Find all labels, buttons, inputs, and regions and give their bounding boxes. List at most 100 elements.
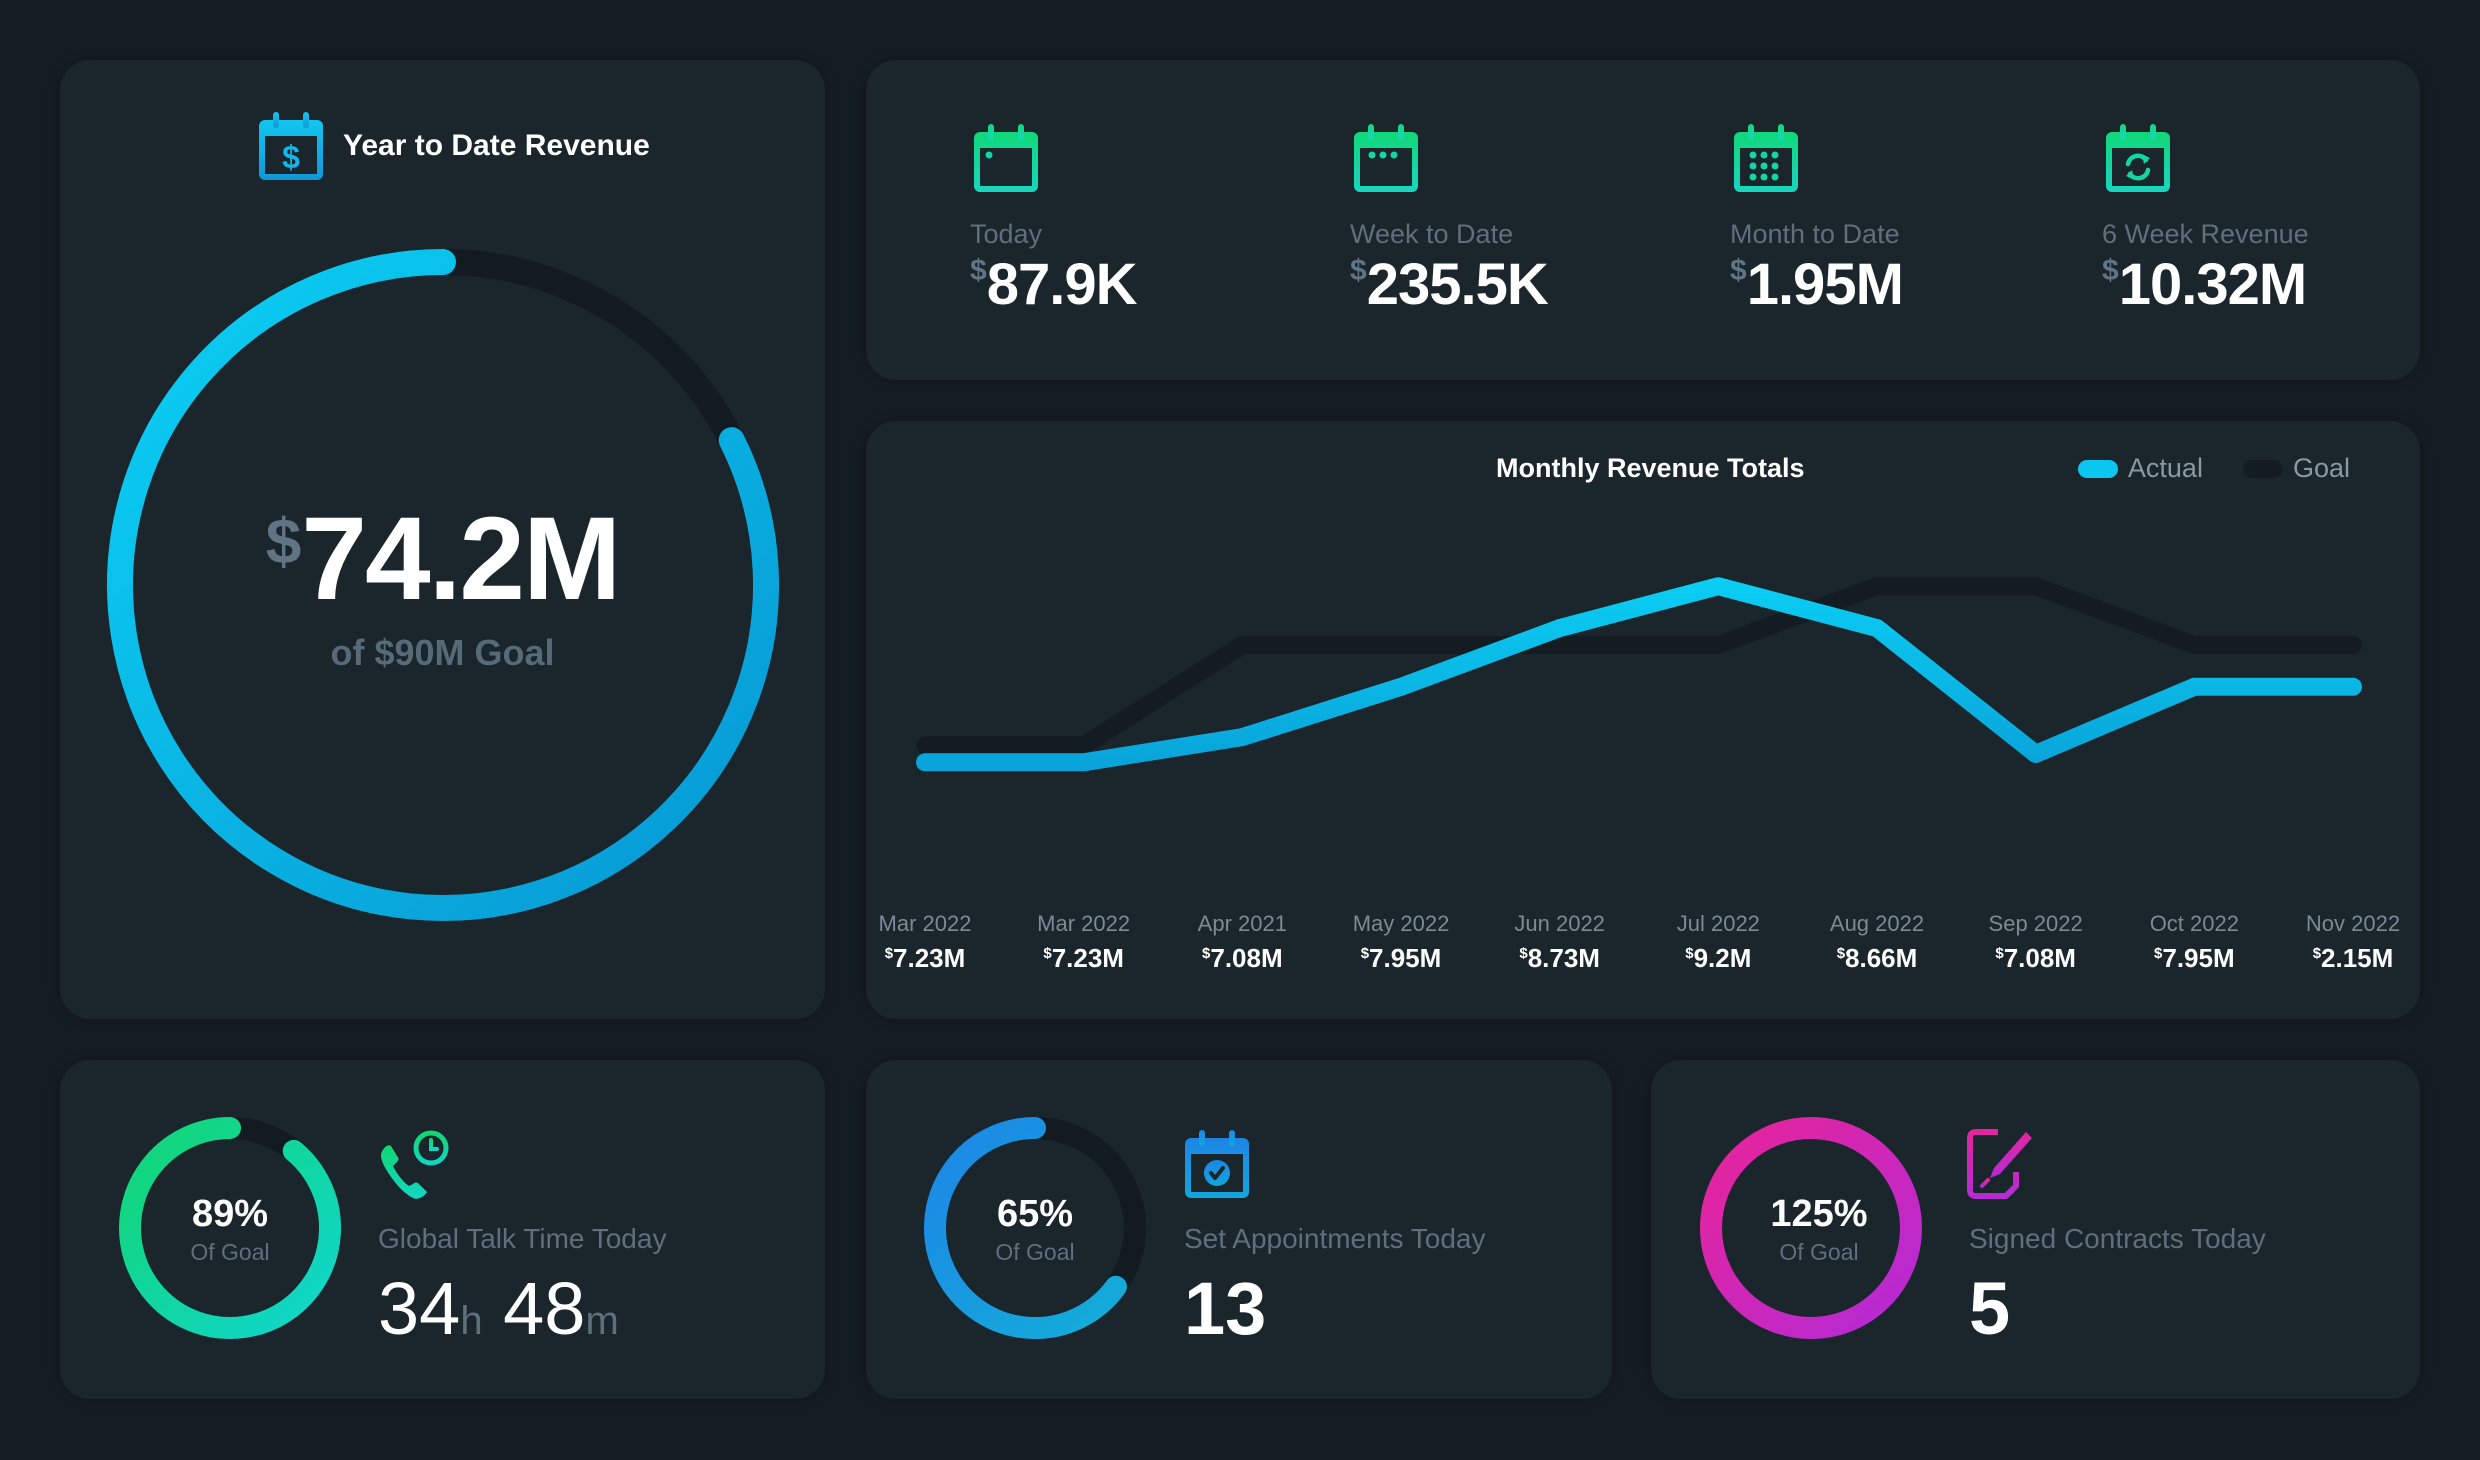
x-tick-month: Apr 2021 (1197, 911, 1287, 936)
calendar-week-icon (1354, 124, 1418, 192)
value-label: 8.73M (1527, 943, 1600, 973)
x-tick-month: Oct 2022 (2149, 911, 2239, 936)
ring-subtitle: Of Goal (995, 1239, 1075, 1265)
currency-symbol: $ (1202, 945, 1211, 962)
ytd-amount: 74.2M (301, 493, 621, 625)
x-tick-label: Mar 2022 $7.23M (1004, 911, 1164, 974)
value-label: 7.23M (893, 943, 966, 973)
currency-symbol: $ (1519, 945, 1528, 962)
currency-symbol: $ (1043, 945, 1052, 962)
kpi-currency: $ (2102, 254, 2119, 287)
kpi-six-week-revenue: 6 Week Revenue $10.32M (2102, 122, 2309, 314)
x-tick-value: $8.73M (1480, 943, 1640, 974)
x-axis-labels: Mar 2022 $7.23M Mar 2022 $7.23M Apr 2021 $7.0… (866, 911, 2420, 991)
data-point-goal-4 (1559, 644, 1561, 646)
data-point-actual-1 (1083, 761, 1085, 763)
currency-symbol: $ (2154, 945, 2163, 962)
data-point-actual-6 (1876, 627, 1878, 629)
x-tick-month: Aug 2022 (1829, 911, 1925, 936)
data-point-actual-0 (924, 761, 926, 763)
kpi-currency: $ (970, 254, 987, 287)
x-tick-label: Apr 2021 $7.08M (1162, 911, 1322, 974)
x-tick-value: $8.66M (1797, 943, 1957, 974)
x-tick-label: Nov 2022 $2.15M (2273, 911, 2433, 974)
calendar-refresh-icon (2106, 124, 2170, 192)
x-tick-label: Jul 2022 $9.2M (1638, 911, 1798, 974)
x-tick-value: $7.08M (1956, 943, 2116, 974)
data-point-actual-5 (1717, 585, 1719, 587)
ring-label: 65% Of Goal (925, 1195, 1145, 1266)
x-tick-month: Mar 2022 (878, 911, 972, 936)
kpi-today: Today $87.9K (970, 122, 1138, 317)
data-point-goal-8 (2193, 644, 2195, 646)
appointments-card: 65% Of Goal Set Appointments Today 13 (866, 1060, 1612, 1399)
data-point-goal-6 (1876, 585, 1878, 587)
currency-symbol: $ (2312, 945, 2322, 962)
kpi-label: Month to Date (1730, 219, 1900, 249)
x-tick-label: Sep 2022 $7.08M (1956, 911, 2116, 974)
value-label: 8.66M (1845, 943, 1918, 973)
x-tick-value: $7.08M (1162, 943, 1322, 974)
x-tick-label: May 2022 $7.95M (1321, 911, 1481, 974)
calendar-month-icon (1734, 124, 1798, 192)
x-tick-value: $7.23M (845, 943, 1005, 974)
ring-percent: 89% (191, 1193, 269, 1235)
value-label: 7.23M (1051, 943, 1124, 973)
ytd-value: $74.2M (60, 500, 825, 618)
currency-symbol: $ (1995, 945, 2004, 962)
ring-label: 89% Of Goal (120, 1195, 340, 1266)
data-point-goal-2 (1241, 644, 1243, 646)
kpi-week-to-date: Week to Date $235.5K (1350, 122, 1549, 317)
kpi-month-to-date: Month to Date $1.95M (1730, 122, 1904, 314)
data-point-goal-5 (1717, 644, 1719, 646)
currency-symbol: $ (1685, 945, 1694, 962)
x-tick-label: Oct 2022 $7.95M (2114, 911, 2274, 974)
x-tick-month: Sep 2022 (1988, 911, 2083, 936)
x-tick-label: Aug 2022 $8.66M (1797, 911, 1957, 974)
ring-subtitle: Of Goal (1779, 1239, 1859, 1265)
talk-time-value: 34h 48m (378, 1272, 619, 1346)
x-tick-month: Jun 2022 (1514, 911, 1605, 936)
kpi-currency: $ (1730, 254, 1747, 287)
series-line-actual (916, 577, 2362, 772)
minutes-unit: m (585, 1299, 619, 1343)
kpi-value: 235.5K (1366, 252, 1549, 317)
kpi-value: 10.32M (2118, 252, 2307, 317)
talk-time-card: 89% Of Goal Global Talk Time Today 34h 4… (60, 1060, 825, 1399)
hours-unit: h (460, 1299, 483, 1343)
data-point-actual-2 (1241, 736, 1243, 738)
x-tick-month: Mar 2022 (1037, 911, 1131, 936)
contract-sign-icon (1967, 1129, 2032, 1199)
data-point-goal-0 (924, 745, 926, 747)
data-point-goal-3 (1400, 644, 1402, 646)
kpi-currency: $ (1350, 254, 1367, 287)
data-point-actual-8 (2193, 686, 2195, 688)
value-label: 9.2M (1693, 943, 1752, 973)
talk-minutes: 48 (503, 1267, 586, 1350)
x-tick-value: $9.2M (1638, 943, 1798, 974)
stat-value: 13 (1184, 1267, 1267, 1350)
x-tick-value: $7.95M (2114, 943, 2274, 974)
value-label: 7.08M (1210, 943, 1283, 973)
x-tick-month: Jul 2022 (1676, 911, 1760, 936)
currency-symbol: $ (884, 945, 894, 962)
currency-symbol: $ (1360, 945, 1370, 962)
stat-label: Signed Contracts Today (1969, 1223, 2266, 1254)
stat-label: Set Appointments Today (1184, 1223, 1486, 1254)
x-tick-month: Nov 2022 (2305, 911, 2401, 936)
data-point-actual-3 (1400, 686, 1402, 688)
ring-subtitle: Of Goal (190, 1239, 270, 1265)
kpi-value: 87.9K (986, 252, 1138, 317)
ytd-goal-text: of $90M Goal (330, 632, 555, 673)
value-label: 7.95M (1369, 943, 1442, 973)
x-tick-label: Jun 2022 $8.73M (1480, 911, 1640, 974)
monthly-revenue-chart-card: Monthly Revenue Totals Actual Goal Mar 2… (866, 421, 2420, 1019)
stat-label: Global Talk Time Today (378, 1223, 667, 1254)
value-label: 7.95M (2162, 943, 2235, 973)
kpi-label: Week to Date (1350, 219, 1514, 249)
kpi-label: Today (970, 219, 1043, 249)
calendar-check-icon (1185, 1130, 1249, 1198)
x-tick-value: $2.15M (2273, 943, 2433, 974)
ring-label: 125% Of Goal (1709, 1195, 1929, 1266)
data-point-goal-7 (2035, 585, 2037, 587)
